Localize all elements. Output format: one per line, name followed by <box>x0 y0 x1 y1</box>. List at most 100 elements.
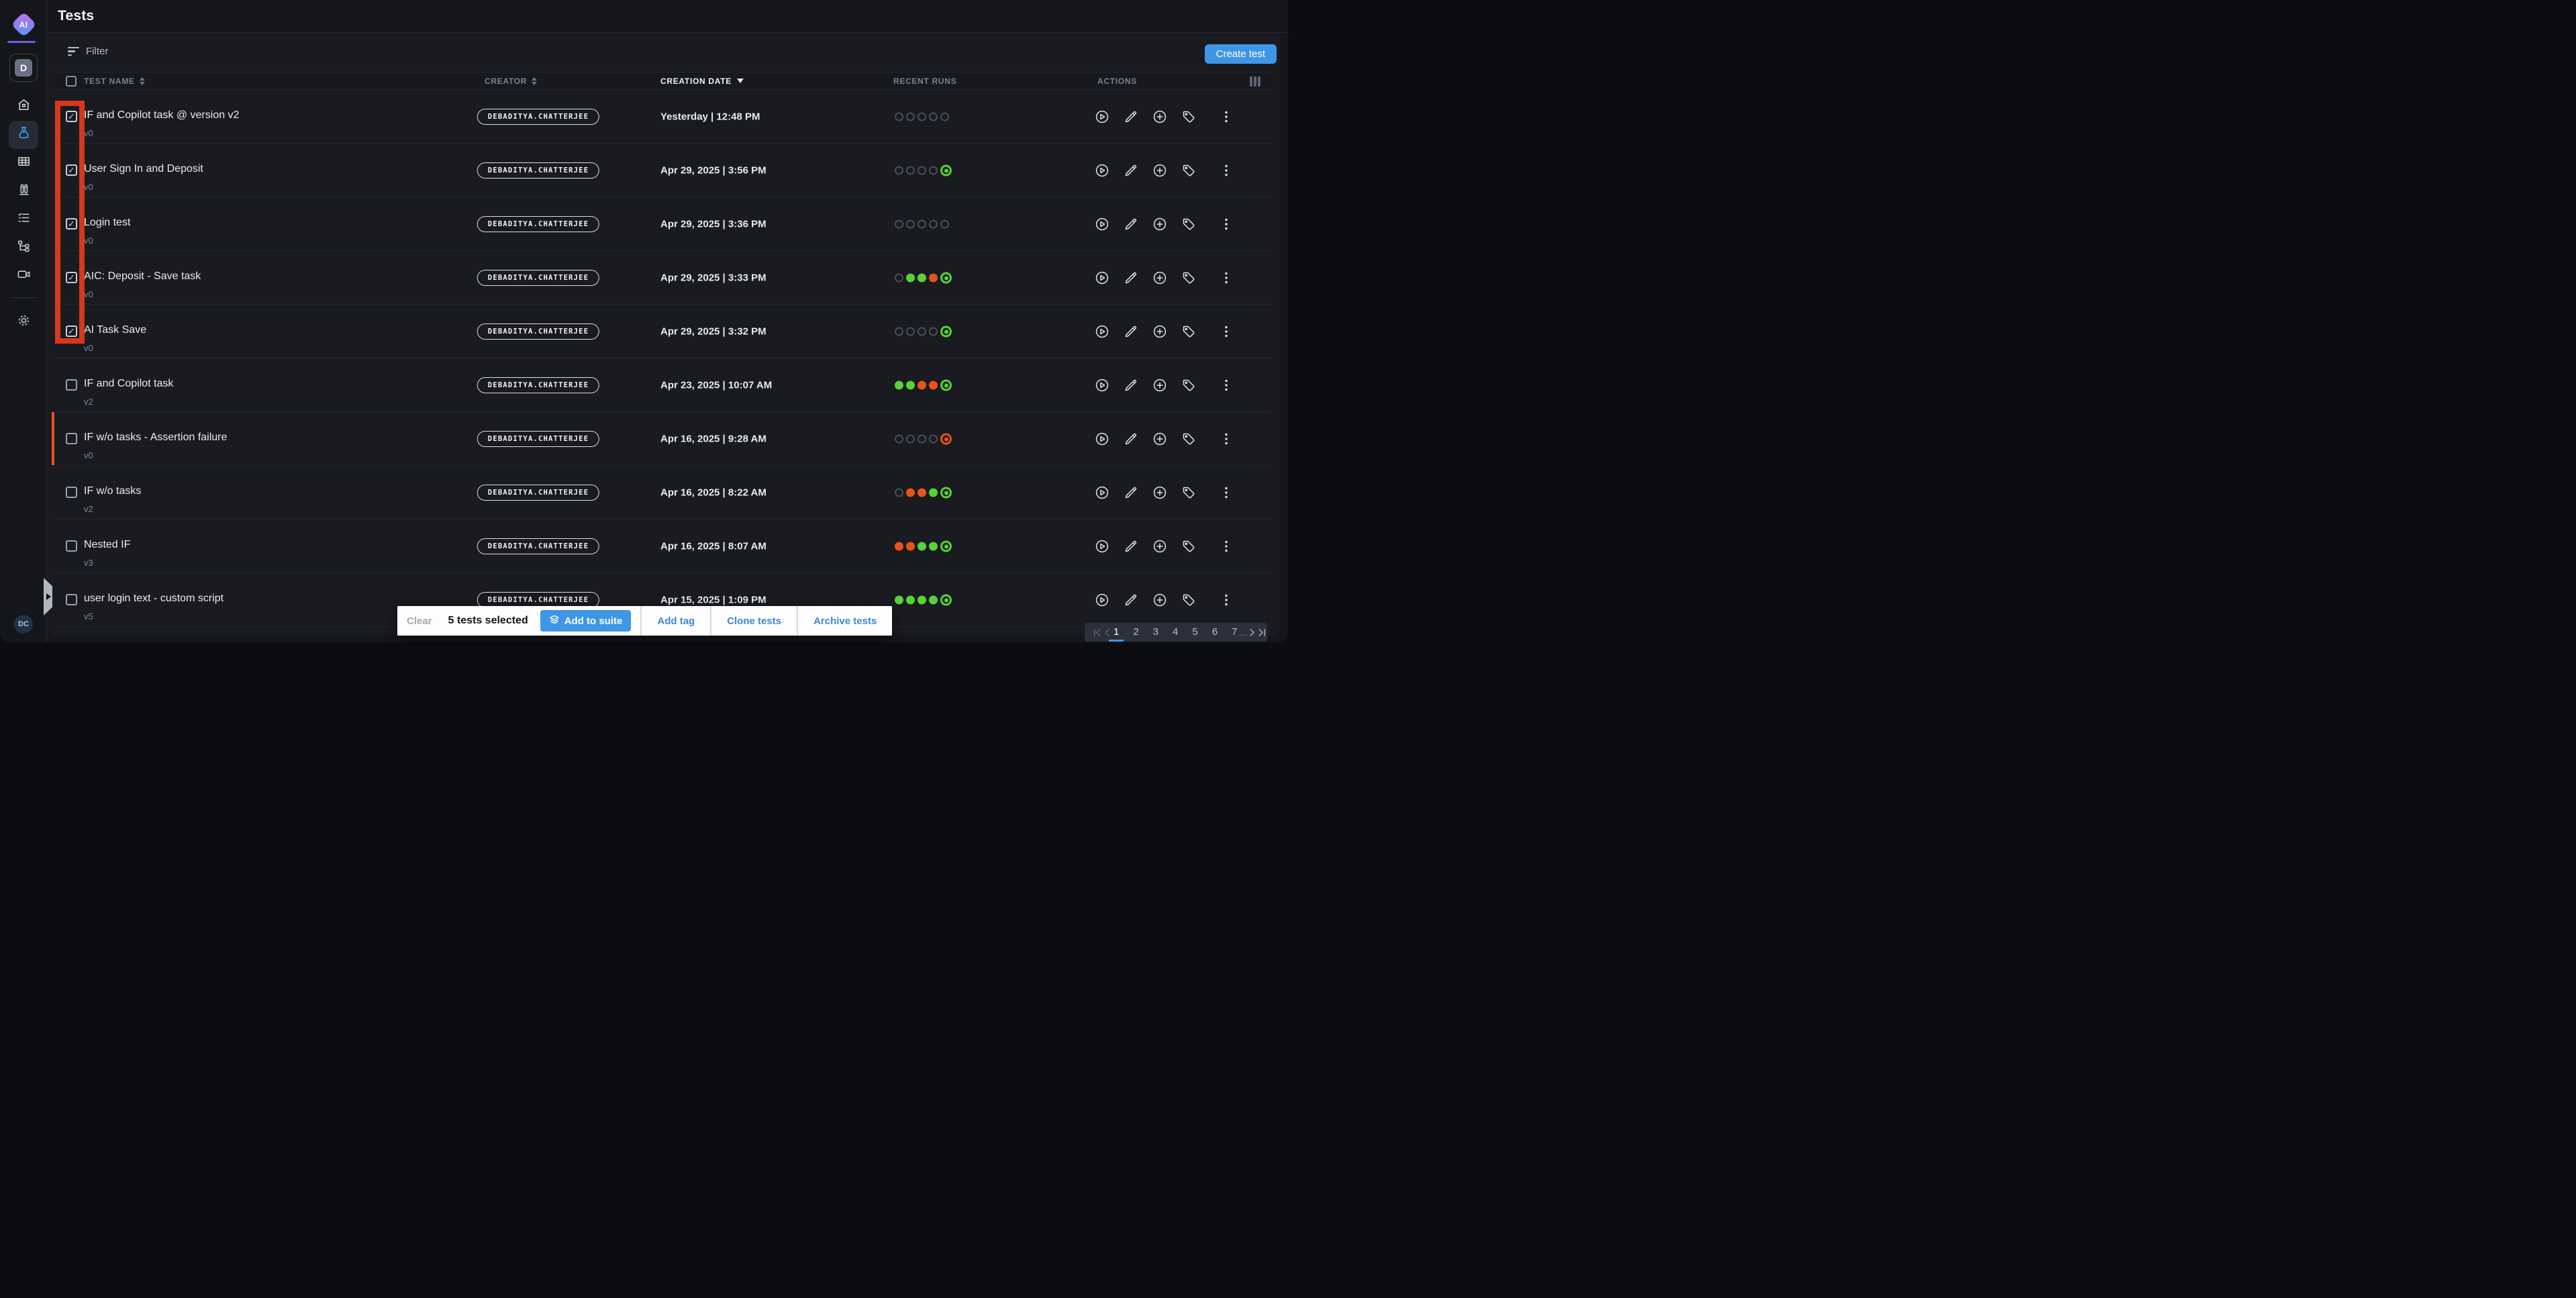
pagination-page-5[interactable]: 5 <box>1191 623 1199 642</box>
sidebar-item-flows[interactable] <box>9 234 38 262</box>
play-icon[interactable] <box>1095 324 1109 339</box>
test-name[interactable]: IF and Copilot task <box>84 378 173 390</box>
add-circle-icon[interactable] <box>1152 539 1167 554</box>
edit-pencil-icon[interactable] <box>1124 324 1138 339</box>
run-dot-orange[interactable] <box>895 542 903 551</box>
add-circle-icon[interactable] <box>1152 217 1167 232</box>
run-dot-empty[interactable] <box>929 113 938 121</box>
tag-icon[interactable] <box>1181 109 1196 124</box>
run-dot-green-ring[interactable] <box>940 272 952 284</box>
edit-pencil-icon[interactable] <box>1124 432 1138 446</box>
edit-pencil-icon[interactable] <box>1124 539 1138 554</box>
sidebar-item-tests[interactable] <box>9 121 38 149</box>
columns-icon[interactable] <box>1250 77 1260 87</box>
edit-pencil-icon[interactable] <box>1124 163 1138 178</box>
add-circle-icon[interactable] <box>1152 432 1167 446</box>
row-checkbox[interactable]: ✓ <box>66 164 77 176</box>
play-icon[interactable] <box>1095 539 1109 554</box>
run-dot-orange[interactable] <box>918 381 926 390</box>
user-avatar[interactable]: DC <box>14 615 33 634</box>
kebab-menu-icon[interactable] <box>1219 217 1234 232</box>
kebab-menu-icon[interactable] <box>1219 270 1234 285</box>
run-dot-green[interactable] <box>906 596 915 605</box>
filter-button[interactable]: Filter <box>68 46 108 57</box>
kebab-menu-icon[interactable] <box>1219 378 1234 393</box>
test-name[interactable]: IF w/o tasks <box>84 485 141 497</box>
sidebar-item-runs[interactable] <box>9 149 38 177</box>
pagination-page-7[interactable]: 7 <box>1230 623 1238 642</box>
kebab-menu-icon[interactable] <box>1219 163 1234 178</box>
clear-selection-button[interactable]: Clear <box>407 615 432 627</box>
app-logo[interactable]: AI <box>11 11 36 37</box>
tag-icon[interactable] <box>1181 485 1196 500</box>
run-dot-green[interactable] <box>929 542 938 551</box>
run-dot-orange[interactable] <box>918 489 926 497</box>
run-dot-empty[interactable] <box>918 435 926 444</box>
run-dot-green[interactable] <box>895 596 903 605</box>
sort-icon[interactable] <box>532 77 537 85</box>
pagination-page-4[interactable]: 4 <box>1171 623 1179 642</box>
run-dot-green[interactable] <box>929 596 938 605</box>
run-dot-green[interactable] <box>906 381 915 390</box>
pagination-next-icon[interactable] <box>1247 628 1257 638</box>
tag-icon[interactable] <box>1181 593 1196 607</box>
header-creation-date[interactable]: CREATION DATE <box>660 77 744 86</box>
run-dot-empty[interactable] <box>906 328 915 336</box>
edit-pencil-icon[interactable] <box>1124 270 1138 285</box>
edit-pencil-icon[interactable] <box>1124 109 1138 124</box>
run-dot-empty[interactable] <box>895 489 903 497</box>
clone-tests-button[interactable]: Clone tests <box>711 606 797 636</box>
run-dot-empty[interactable] <box>918 220 926 229</box>
run-dot-empty[interactable] <box>906 166 915 175</box>
pagination-page-3[interactable]: 3 <box>1152 623 1160 642</box>
sidebar-item-home[interactable] <box>9 93 38 121</box>
run-dot-green[interactable] <box>918 596 926 605</box>
row-checkbox[interactable] <box>66 379 77 391</box>
run-dot-green-ring[interactable] <box>940 487 952 499</box>
pagination-page-6[interactable]: 6 <box>1211 623 1219 642</box>
play-icon[interactable] <box>1095 163 1109 178</box>
run-dot-empty[interactable] <box>918 328 926 336</box>
test-name[interactable]: AI Task Save <box>84 324 146 336</box>
run-dot-green[interactable] <box>895 381 903 390</box>
add-circle-icon[interactable] <box>1152 485 1167 500</box>
tag-icon[interactable] <box>1181 163 1196 178</box>
row-checkbox[interactable]: ✓ <box>66 111 77 122</box>
test-name[interactable]: user login text - custom script <box>84 593 224 605</box>
sidebar-item-suites[interactable] <box>9 177 38 205</box>
play-icon[interactable] <box>1095 378 1109 393</box>
create-test-button[interactable]: Create test <box>1205 44 1277 64</box>
row-checkbox[interactable] <box>66 487 77 498</box>
run-dot-orange[interactable] <box>906 489 915 497</box>
edit-pencil-icon[interactable] <box>1124 593 1138 607</box>
header-creator[interactable]: CREATOR <box>485 77 537 86</box>
run-dot-green[interactable] <box>918 274 926 283</box>
workspace-switcher[interactable]: D <box>9 54 38 82</box>
run-dot-empty[interactable] <box>895 274 903 283</box>
run-dot-empty[interactable] <box>940 113 949 121</box>
run-dot-empty[interactable] <box>918 113 926 121</box>
pagination-prev-icon[interactable] <box>1102 628 1112 638</box>
test-name[interactable]: AIC: Deposit - Save task <box>84 270 201 283</box>
run-dot-empty[interactable] <box>929 166 938 175</box>
edit-pencil-icon[interactable] <box>1124 217 1138 232</box>
play-icon[interactable] <box>1095 109 1109 124</box>
tag-icon[interactable] <box>1181 324 1196 339</box>
add-to-suite-button[interactable]: Add to suite <box>540 610 632 632</box>
row-checkbox[interactable] <box>66 433 77 444</box>
run-dot-orange[interactable] <box>929 381 938 390</box>
kebab-menu-icon[interactable] <box>1219 485 1234 500</box>
add-circle-icon[interactable] <box>1152 324 1167 339</box>
run-dot-empty[interactable] <box>929 220 938 229</box>
test-name[interactable]: IF w/o tasks - Assertion failure <box>84 432 227 444</box>
add-circle-icon[interactable] <box>1152 270 1167 285</box>
run-dot-empty[interactable] <box>906 113 915 121</box>
add-circle-icon[interactable] <box>1152 163 1167 178</box>
test-name[interactable]: User Sign In and Deposit <box>84 163 203 175</box>
pagination-page-1[interactable]: 1 <box>1112 623 1120 642</box>
run-dot-empty[interactable] <box>895 113 903 121</box>
row-checkbox[interactable]: ✓ <box>66 326 77 337</box>
run-dot-green-ring[interactable] <box>940 326 952 338</box>
tag-icon[interactable] <box>1181 378 1196 393</box>
sidebar-item-checklist[interactable] <box>9 205 38 234</box>
